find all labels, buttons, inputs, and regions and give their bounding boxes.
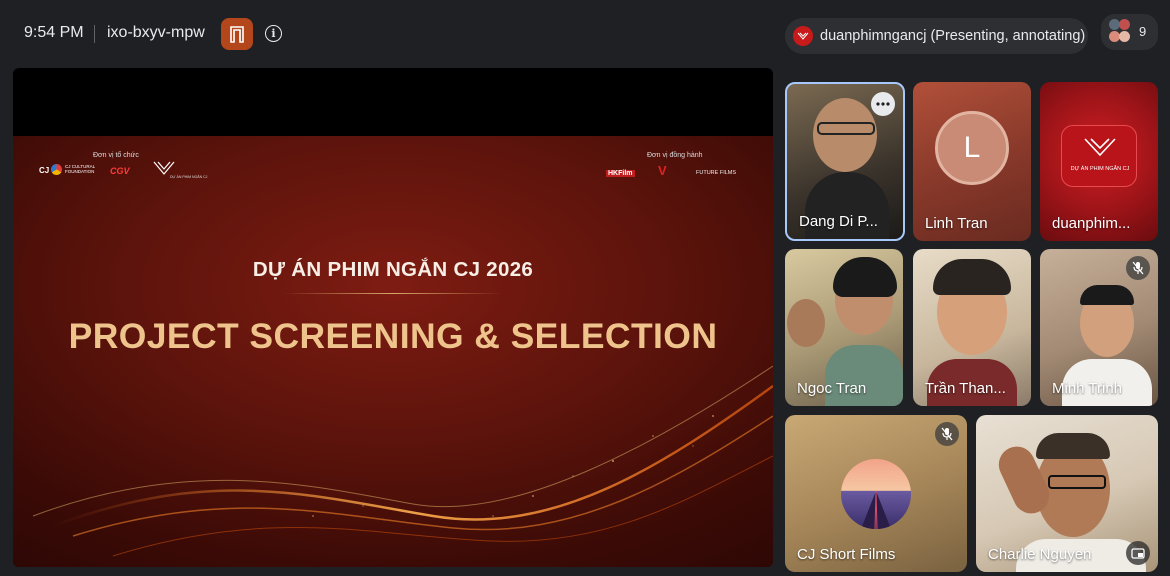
more-options-icon[interactable]	[871, 92, 895, 116]
participant-name: Ngoc Tran	[797, 380, 867, 397]
participant-video	[933, 259, 1011, 295]
avatar	[841, 459, 911, 529]
participant-avatar	[1119, 31, 1130, 42]
companion-label: Đơn vị đồng hành	[647, 152, 703, 159]
presenter-avatar	[793, 26, 813, 46]
participant-video	[787, 299, 825, 347]
presenter-label: duanphimngancj (Presenting, annotating)	[820, 28, 1086, 44]
mic-off-icon	[1126, 256, 1150, 280]
participant-count: 9	[1139, 24, 1147, 39]
organizer-label: Đơn vị tổ chức	[93, 152, 139, 159]
clock: 9:54 PM	[24, 24, 84, 41]
logo-text: DỰ ÁN PHIM NGẮN CJ	[1070, 166, 1130, 172]
divider	[94, 25, 95, 43]
participant-tile[interactable]: Trần Than...	[913, 249, 1031, 406]
avatar: DỰ ÁN PHIM NGẮN CJ	[1061, 125, 1137, 187]
participant-name: CJ Short Films	[797, 546, 896, 563]
avatar: L	[935, 111, 1009, 185]
participant-tile[interactable]: DỰ ÁN PHIM NGẮN CJ duanphim...	[1040, 82, 1158, 241]
presenter-chip[interactable]: duanphimngancj (Presenting, annotating)	[785, 18, 1088, 54]
picture-in-picture-icon[interactable]	[1126, 541, 1150, 565]
participant-name: Trần Than...	[925, 380, 1006, 397]
meeting-code: ixo-bxyv-mpw	[107, 24, 205, 41]
presentation-stage[interactable]: Đơn vị tổ chức CJ CJ CULTURAL FOUNDATION…	[13, 68, 773, 567]
glasses	[817, 122, 875, 135]
participant-tile[interactable]: Ngoc Tran	[785, 249, 903, 406]
participant-tile[interactable]: L Linh Tran	[913, 82, 1031, 241]
mic-off-icon	[935, 422, 959, 446]
participant-name: Minh Trinh	[1052, 380, 1123, 397]
hkfilm-logo: HKFilm	[606, 170, 635, 177]
participant-avatar	[1119, 19, 1130, 30]
info-icon[interactable]: i	[265, 25, 282, 42]
participant-name: Charlie Nguyen	[988, 546, 1092, 563]
participant-name: Dang Di P...	[799, 213, 878, 230]
participant-video	[833, 257, 897, 297]
participant-tile[interactable]: Charlie Nguyen	[976, 415, 1158, 572]
slide-title: PROJECT SCREENING & SELECTION	[68, 316, 718, 356]
slide-subtitle: DỰ ÁN PHIM NGẮN CJ 2026	[252, 258, 534, 281]
v-logo: V	[658, 163, 667, 178]
participants-button[interactable]: 9	[1101, 14, 1158, 50]
participant-name: Linh Tran	[925, 215, 988, 232]
participant-video	[1080, 285, 1134, 305]
top-bar: 9:54 PM ixo-bxyv-mpw i duanphimngancj (P…	[0, 0, 1170, 66]
participant-tile[interactable]: Dang Di P...	[785, 82, 905, 241]
participant-tile[interactable]: Minh Trinh	[1040, 249, 1158, 406]
cj-short-film-logo: DỰ ÁN PHIM NGẮN CJ	[153, 161, 207, 181]
cgv-logo: CGV	[110, 166, 130, 176]
participant-video	[813, 98, 877, 172]
glasses	[1048, 475, 1106, 489]
presentation-slide: Đơn vị tổ chức CJ CJ CULTURAL FOUNDATION…	[13, 136, 773, 567]
participant-name: duanphim...	[1052, 215, 1131, 232]
avatar-initial: L	[963, 131, 981, 164]
meeting-room-icon[interactable]	[221, 18, 253, 50]
cj-foundation-logo: CJ CJ CULTURAL FOUNDATION	[39, 164, 96, 175]
participant-video	[1036, 433, 1110, 459]
participant-tile[interactable]: CJ Short Films	[785, 415, 967, 572]
divider	[283, 293, 503, 294]
participant-video	[805, 172, 889, 239]
future-films-logo: FUTURE FILMS	[696, 170, 737, 176]
